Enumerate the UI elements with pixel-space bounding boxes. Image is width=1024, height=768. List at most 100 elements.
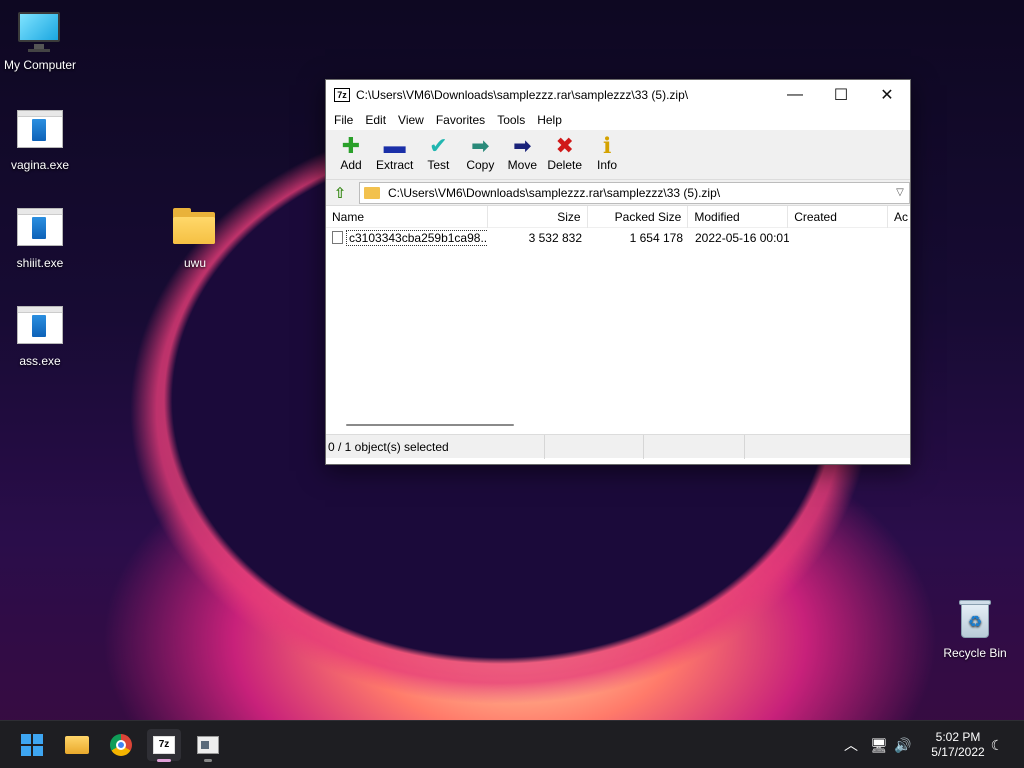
- status-cell: [745, 435, 910, 459]
- info-icon: ℹ: [602, 133, 612, 158]
- exe-icon: [16, 110, 64, 154]
- desktop-icon-label: My Computer: [3, 58, 77, 72]
- move-icon: ➡: [513, 133, 532, 158]
- volume-button[interactable]: 🔊: [892, 721, 914, 768]
- moon-icon: ☾: [990, 736, 1004, 753]
- close-button[interactable]: ✕: [864, 80, 910, 110]
- status-cell: [644, 434, 745, 459]
- move-button[interactable]: ➡ Move: [501, 130, 543, 173]
- status-text: 0 / 1 object(s) selected: [326, 434, 545, 459]
- volume-icon: 🔊: [894, 736, 912, 753]
- test-button[interactable]: ✔ Test: [417, 130, 459, 173]
- delete-icon: ✖: [555, 133, 574, 158]
- menu-help[interactable]: Help: [531, 113, 568, 127]
- exe-icon: [16, 208, 64, 252]
- column-header-size[interactable]: Size: [488, 206, 588, 228]
- desktop-icon-label: shiiit.exe: [16, 256, 64, 270]
- delete-button[interactable]: ✖ Delete: [543, 130, 586, 173]
- recycle-bin-icon: ♻: [951, 598, 999, 642]
- up-arrow-icon: ⇧: [333, 184, 347, 202]
- desktop-icon-vagina-exe[interactable]: vagina.exe: [0, 110, 80, 172]
- menu-view[interactable]: View: [392, 113, 430, 127]
- status-bar: 0 / 1 object(s) selected: [326, 434, 910, 459]
- copy-button[interactable]: ➡ Copy: [459, 130, 501, 173]
- extract-label: Extract: [376, 158, 414, 172]
- column-header-created[interactable]: Created: [788, 206, 889, 228]
- info-label: Info: [597, 158, 618, 172]
- toolbar: ✚ Add ▬ Extract ✔ Test ➡ Copy ➡ Move ✖ D…: [326, 130, 910, 180]
- menu-file[interactable]: File: [328, 113, 359, 127]
- windows-start-icon: [21, 734, 43, 756]
- move-label: Move: [507, 158, 538, 172]
- 7zip-icon: 7z: [153, 736, 175, 754]
- desktop-icon-ass-exe[interactable]: ass.exe: [0, 306, 80, 368]
- desktop-icon-recycle-bin[interactable]: ♻ Recycle Bin: [935, 598, 1015, 660]
- chrome-button[interactable]: [104, 729, 138, 761]
- menu-bar: File Edit View Favorites Tools Help: [326, 110, 910, 130]
- column-header-modified[interactable]: Modified: [688, 206, 789, 228]
- chrome-icon: [110, 734, 132, 756]
- address-bar: ⇧ C:\Users\VM6\Downloads\samplezzz.rar\s…: [326, 180, 910, 206]
- 7zip-file-manager-window: 7z C:\Users\VM6\Downloads\samplezzz.rar\…: [325, 79, 911, 465]
- delete-label: Delete: [547, 158, 583, 172]
- monitor-icon: [16, 10, 64, 54]
- desktop-icon-label: Recycle Bin: [943, 646, 1007, 660]
- start-button[interactable]: [15, 729, 49, 761]
- file-modified: 2022-05-16 00:01: [695, 231, 789, 245]
- exe-icon: [16, 306, 64, 350]
- desktop-icon-label: vagina.exe: [10, 158, 70, 172]
- add-button[interactable]: ✚ Add: [330, 130, 372, 173]
- copy-label: Copy: [466, 158, 495, 172]
- test-icon: ✔: [429, 133, 448, 158]
- file-icon: [332, 231, 343, 244]
- desktop-icon-label: uwu: [183, 256, 206, 270]
- file-explorer-icon: [65, 736, 89, 754]
- file-name: c3103343cba259b1ca98...: [346, 230, 488, 246]
- menu-tools[interactable]: Tools: [491, 113, 531, 127]
- desktop-icon-shiiit-exe[interactable]: shiiit.exe: [0, 208, 80, 270]
- maximize-button[interactable]: ☐: [818, 80, 864, 110]
- running-indicator: [204, 759, 212, 762]
- status-cell: [545, 434, 644, 459]
- info-button[interactable]: ℹ Info: [586, 130, 628, 173]
- taskbar: 7z ︿ 🖥 🔊 5:02 PM 5/17/2022 ☾: [0, 720, 1024, 768]
- column-header-accessed[interactable]: Ac: [888, 206, 910, 228]
- list-header: Name Size Packed Size Modified Created A…: [326, 206, 910, 228]
- 7zip-taskbar-button[interactable]: 7z: [147, 729, 181, 762]
- window-title: C:\Users\VM6\Downloads\samplezzz.rar\sam…: [356, 88, 689, 102]
- minimize-button[interactable]: —: [772, 80, 818, 110]
- network-icon: 🖥: [870, 736, 888, 753]
- copy-icon: ➡: [471, 133, 490, 158]
- app-taskbar-button[interactable]: [191, 729, 225, 762]
- column-header-name[interactable]: Name: [326, 206, 488, 228]
- active-indicator: [157, 759, 171, 762]
- table-row[interactable]: c3103343cba259b1ca98... 3 532 832 1 654 …: [326, 228, 910, 248]
- title-bar[interactable]: 7z C:\Users\VM6\Downloads\samplezzz.rar\…: [326, 80, 910, 110]
- folder-icon: [364, 186, 380, 199]
- file-size: 3 532 832: [528, 231, 582, 245]
- extract-icon: ▬: [383, 133, 406, 158]
- network-button[interactable]: 🖥: [868, 721, 890, 768]
- file-explorer-button[interactable]: [60, 729, 94, 761]
- desktop-icon-label: ass.exe: [19, 354, 61, 368]
- address-field[interactable]: C:\Users\VM6\Downloads\samplezzz.rar\sam…: [359, 181, 910, 204]
- menu-favorites[interactable]: Favorites: [430, 113, 491, 127]
- file-packed-size: 1 654 178: [629, 231, 683, 245]
- column-header-packed-size[interactable]: Packed Size: [588, 206, 689, 228]
- extract-button[interactable]: ▬ Extract: [372, 130, 417, 173]
- address-text: C:\Users\VM6\Downloads\samplezzz.rar\sam…: [388, 185, 721, 200]
- up-folder-button[interactable]: ⇧: [329, 182, 351, 204]
- focus-assist-button[interactable]: ☾: [986, 721, 1008, 768]
- horizontal-scrollbar[interactable]: [346, 424, 514, 426]
- chevron-up-icon: ︿: [844, 737, 858, 753]
- file-name-cell: c3103343cba259b1ca98...: [326, 228, 488, 248]
- show-hidden-icons-button[interactable]: ︿: [840, 721, 862, 768]
- test-label: Test: [427, 158, 450, 172]
- desktop-icon-uwu-folder[interactable]: uwu: [155, 208, 235, 270]
- chevron-down-icon[interactable]: ▽: [891, 187, 909, 198]
- file-list[interactable]: Name Size Packed Size Modified Created A…: [326, 206, 910, 434]
- desktop-icon-my-computer[interactable]: My Computer: [0, 10, 80, 72]
- 7zip-app-icon: 7z: [334, 88, 350, 102]
- add-label: Add: [340, 158, 362, 172]
- menu-edit[interactable]: Edit: [359, 113, 392, 127]
